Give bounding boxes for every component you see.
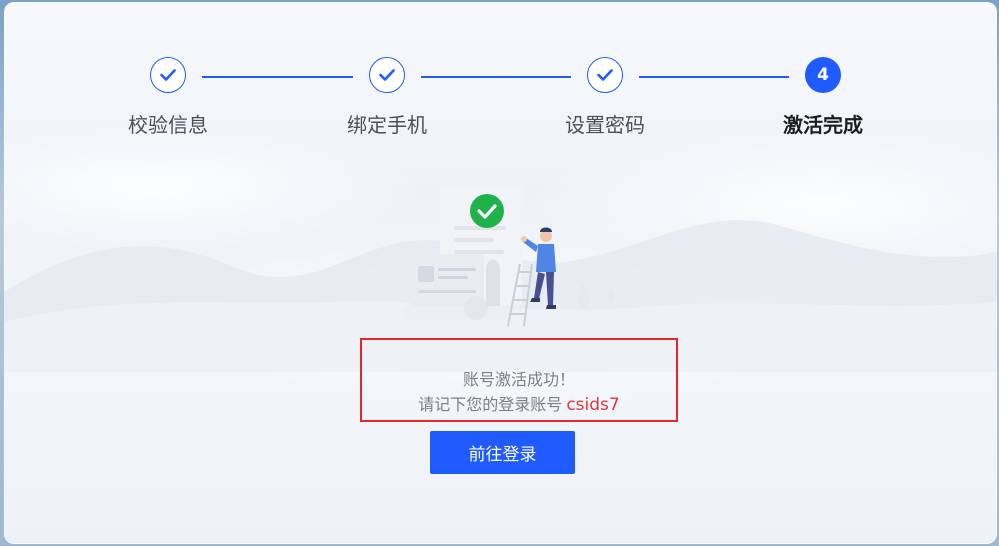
step-1-label: 校验信息 xyxy=(128,113,208,137)
activation-card: 4 校验信息 绑定手机 设置密码 激活完成 账号激活成功！ 请记下您的登录账号 … xyxy=(4,2,997,544)
account-reminder-line: 请记下您的登录账号 csids7 xyxy=(362,391,676,415)
account-reminder-text: 请记下您的登录账号 xyxy=(418,395,563,414)
activation-success-text: 账号激活成功！ xyxy=(462,370,575,389)
step-2-check-icon xyxy=(369,57,405,93)
step-1-check-icon xyxy=(150,57,186,93)
login-account-value: csids7 xyxy=(566,395,620,415)
step-4-label: 激活完成 xyxy=(783,113,863,137)
activation-message-box: 账号激活成功！ 请记下您的登录账号 csids7 xyxy=(360,338,678,422)
step-2-label: 绑定手机 xyxy=(347,113,427,137)
step-connector-2 xyxy=(421,76,571,78)
step-3-label: 设置密码 xyxy=(565,113,645,137)
step-4-number-badge: 4 xyxy=(805,57,841,93)
step-connector-1 xyxy=(202,76,353,78)
step-4-number: 4 xyxy=(817,65,829,85)
window-background: 4 校验信息 绑定手机 设置密码 激活完成 账号激活成功！ 请记下您的登录账号 … xyxy=(0,0,999,546)
go-to-login-button[interactable]: 前往登录 xyxy=(430,431,575,474)
check-circle-icon xyxy=(470,194,504,228)
step-3-check-icon xyxy=(587,57,623,93)
success-illustration xyxy=(402,186,615,327)
step-connector-3 xyxy=(639,76,789,78)
